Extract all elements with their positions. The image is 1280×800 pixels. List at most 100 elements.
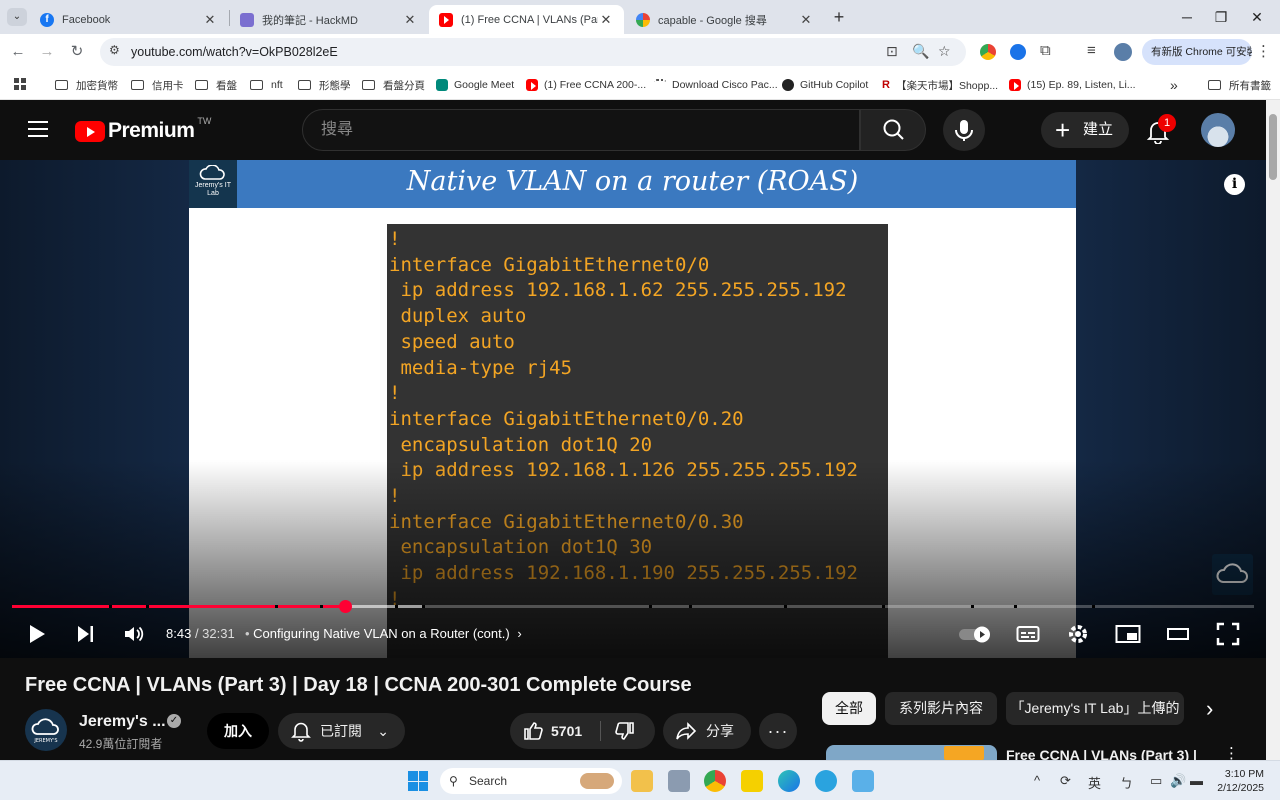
ime-indicator[interactable]: 英 <box>1088 773 1101 792</box>
fullscreen-button[interactable] <box>1216 622 1240 646</box>
volume-button[interactable] <box>122 622 146 646</box>
progress-scrubber[interactable] <box>338 600 352 613</box>
bookmark-folder[interactable]: 看盤 <box>195 77 237 93</box>
extension-edge-icon[interactable] <box>1010 44 1026 60</box>
chevron-up-icon[interactable]: ^ <box>1034 773 1040 788</box>
bookmark-youtube-ep[interactable]: (15) Ep. 89, Listen, Li... <box>1009 77 1136 93</box>
autoplay-toggle[interactable] <box>958 622 994 646</box>
display-icon[interactable]: ▭ <box>1150 773 1162 789</box>
chapter-title[interactable]: • Configuring Native VLAN on a Router (c… <box>245 626 522 641</box>
subscribed-button[interactable]: 已訂閱 ⌄ <box>278 713 405 749</box>
address-bar[interactable]: ⚙ youtube.com/watch?v=OkPB028l2eE ⊡ 🔍 ☆ <box>100 38 966 66</box>
scrollbar-thumb[interactable] <box>1269 114 1277 180</box>
bookmark-folder[interactable]: 看盤分頁 <box>362 77 425 93</box>
miniplayer-button[interactable] <box>1115 622 1141 646</box>
like-count: 5701 <box>551 723 583 739</box>
voice-search-button[interactable] <box>943 109 985 151</box>
bookmark-youtube[interactable]: (1) Free CCNA 200-... <box>526 77 646 93</box>
site-info-icon[interactable]: ⚙ <box>109 43 120 57</box>
forward-button[interactable]: → <box>37 42 57 62</box>
ime-mode-icon[interactable]: ㄅ <box>1120 773 1133 792</box>
notepad-icon[interactable] <box>852 770 874 792</box>
youtube-header: Premium TW 搜尋 + 建立 1 <box>0 100 1266 160</box>
file-explorer-icon[interactable] <box>631 770 653 792</box>
bookmark-star-icon[interactable]: ☆ <box>938 43 951 60</box>
close-icon[interactable]: ✕ <box>402 12 418 28</box>
bookmarks-overflow-button[interactable]: » <box>1170 77 1178 93</box>
chip-uploads[interactable]: 「Jeremy's IT Lab」上傳的 <box>1006 692 1184 725</box>
windows-start-icon[interactable] <box>408 771 428 791</box>
app-icon[interactable] <box>668 770 690 792</box>
bookmark-cisco[interactable]: Download Cisco Pac... <box>654 77 778 93</box>
share-button[interactable]: 分享 <box>663 713 751 749</box>
battery-icon[interactable]: ▬ <box>1190 773 1203 788</box>
thumbs-down-icon[interactable] <box>614 720 636 742</box>
chrome-icon[interactable] <box>704 770 726 792</box>
theater-mode-button[interactable] <box>1166 622 1190 646</box>
apps-icon[interactable] <box>14 78 26 90</box>
close-icon[interactable]: ✕ <box>598 12 614 28</box>
code-line: ! <box>389 382 401 405</box>
recommended-thumbnail[interactable] <box>826 745 997 760</box>
bookmark-folder[interactable]: 形態學 <box>298 77 351 93</box>
volume-icon[interactable]: 🔊 <box>1170 773 1186 789</box>
tab-google[interactable]: capable - Google 搜尋 ✕ <box>626 5 824 34</box>
subtitles-button[interactable] <box>1016 622 1040 646</box>
tab-search-button[interactable]: ⌄ <box>7 8 27 26</box>
create-button[interactable]: + 建立 <box>1041 112 1129 148</box>
bookmark-github[interactable]: GitHub Copilot <box>782 77 868 93</box>
profile-avatar-icon[interactable] <box>1114 43 1132 61</box>
sync-icon[interactable]: ⟳ <box>1060 773 1071 789</box>
progress-bar[interactable] <box>12 600 1254 613</box>
channel-avatar[interactable]: JEREMY'S <box>25 709 67 751</box>
url-text[interactable]: youtube.com/watch?v=OkPB028l2eE <box>131 45 338 59</box>
bookmark-folder[interactable]: 加密貨幣 <box>55 77 118 93</box>
channel-name[interactable]: Jeremy's ... <box>79 713 166 731</box>
edge-icon[interactable] <box>778 770 800 792</box>
search-button[interactable] <box>860 109 926 151</box>
clock[interactable]: 3:10 PM 2/12/2025 <box>1208 767 1264 795</box>
bookmark-label: 【楽天市場】Shopp... <box>895 79 999 92</box>
next-button[interactable] <box>75 622 97 646</box>
back-button[interactable]: ← <box>8 42 28 62</box>
zoom-icon[interactable]: 🔍 <box>912 43 929 60</box>
new-tab-button[interactable]: + <box>829 7 849 27</box>
search-input[interactable]: 搜尋 <box>302 109 860 151</box>
extension-chrome-icon[interactable] <box>980 44 996 60</box>
tab-facebook[interactable]: f Facebook ✕ <box>30 5 228 34</box>
more-actions-button[interactable]: ··· <box>759 713 797 749</box>
sticky-notes-icon[interactable] <box>741 770 763 792</box>
reload-button[interactable]: ↻ <box>67 42 87 62</box>
youtube-logo[interactable]: Premium TW <box>75 116 211 143</box>
extensions-puzzle-icon[interactable]: ⧉ <box>1040 42 1051 59</box>
menu-icon[interactable] <box>28 121 48 142</box>
join-button[interactable]: 加入 <box>207 713 269 749</box>
page-scrollbar[interactable] <box>1266 100 1280 760</box>
settings-button[interactable] <box>1066 622 1090 646</box>
chrome-menu-icon[interactable]: ⋮ <box>1256 42 1271 60</box>
close-icon[interactable]: ✕ <box>798 12 814 28</box>
install-app-icon[interactable]: ⊡ <box>886 43 898 60</box>
bookmark-folder[interactable]: 信用卡 <box>131 77 184 93</box>
chrome-update-button[interactable]: 有新版 Chrome 可安裝 <box>1142 39 1252 65</box>
chevron-right-icon[interactable]: › <box>1206 696 1213 722</box>
bookmark-folder[interactable]: nft <box>250 77 283 93</box>
play-button[interactable] <box>26 622 48 646</box>
chip-series[interactable]: 系列影片內容 <box>885 692 997 725</box>
info-icon[interactable]: i <box>1224 174 1245 195</box>
telegram-icon[interactable] <box>815 770 837 792</box>
like-button[interactable]: 5701 <box>510 713 655 749</box>
close-window-button[interactable]: ✕ <box>1234 0 1280 34</box>
taskbar-search[interactable]: ⚲ Search <box>440 768 622 794</box>
close-icon[interactable]: ✕ <box>202 12 218 28</box>
tab-hackmd[interactable]: 我的筆記 - HackMD ✕ <box>230 5 428 34</box>
chip-all[interactable]: 全部 <box>822 692 876 725</box>
bookmark-rakuten[interactable]: R 【楽天市場】Shopp... <box>882 77 998 93</box>
video-player[interactable]: Native VLAN on a router (ROAS) Jeremy's … <box>0 160 1266 658</box>
media-control-icon[interactable]: ≡ <box>1087 42 1096 59</box>
avatar[interactable] <box>1201 113 1235 147</box>
code-line: ip address 192.168.1.62 255.255.255.192 <box>389 279 847 302</box>
all-bookmarks[interactable]: 所有書籤 <box>1208 77 1271 93</box>
bookmark-google-meet[interactable]: Google Meet <box>436 77 514 93</box>
tab-youtube[interactable]: (1) Free CCNA | VLANs (Part 3) | ✕ <box>429 5 624 34</box>
